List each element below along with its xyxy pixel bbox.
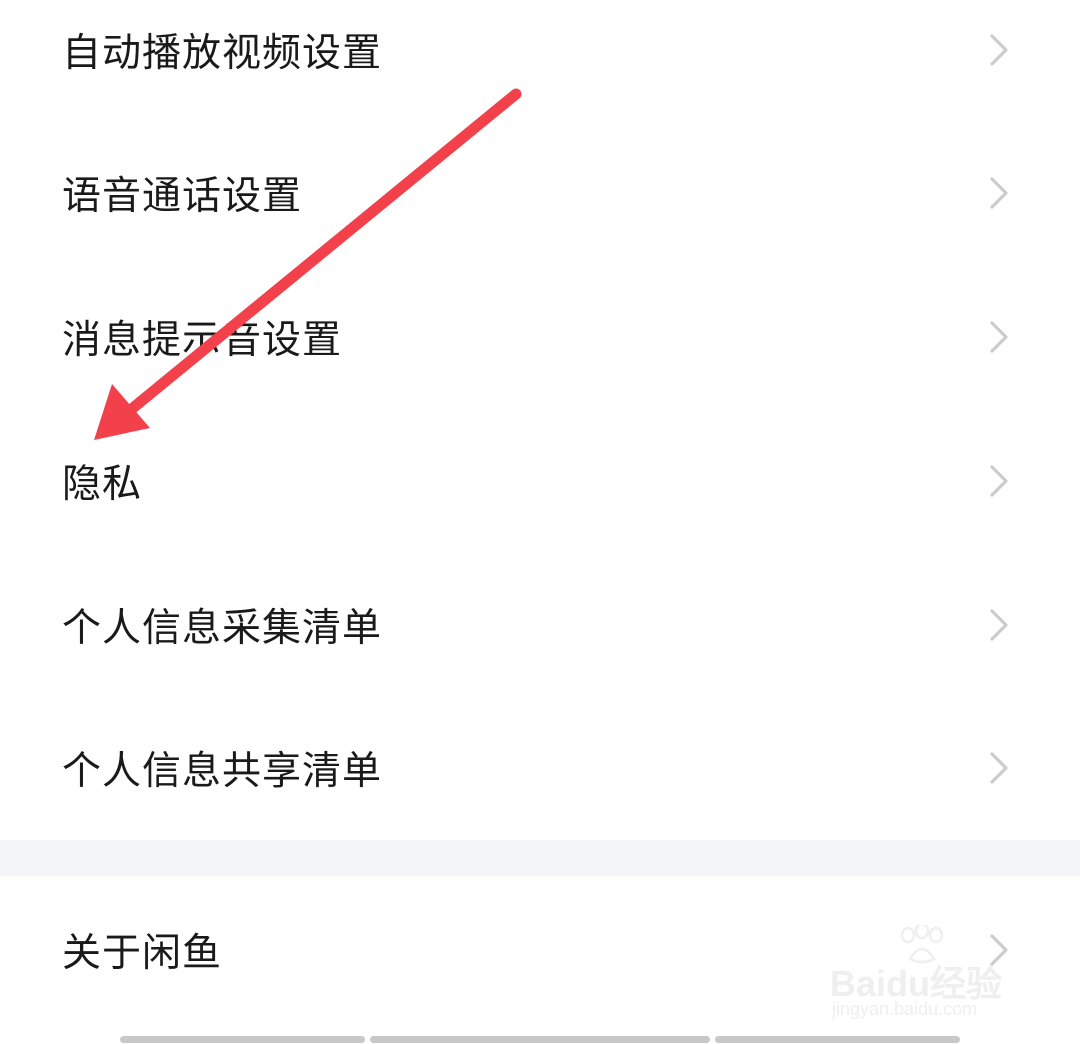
indicator-segment bbox=[370, 1036, 710, 1043]
row-label: 消息提示音设置 bbox=[62, 318, 343, 363]
chevron-right-icon bbox=[984, 748, 1014, 788]
chevron-right-icon bbox=[984, 30, 1014, 70]
chevron-right-icon bbox=[984, 317, 1014, 357]
chevron-right-icon bbox=[984, 461, 1014, 501]
section-separator bbox=[0, 840, 1080, 876]
settings-group-about: 关于闲鱼 bbox=[0, 876, 1080, 1044]
settings-row-privacy[interactable]: 隐私 bbox=[0, 409, 1080, 553]
row-label: 隐私 bbox=[62, 462, 143, 507]
indicator-segment bbox=[715, 1036, 960, 1043]
settings-row-autoplay-video[interactable]: 自动播放视频设置 bbox=[0, 0, 1080, 122]
settings-row-voice-call[interactable]: 语音通话设置 bbox=[0, 121, 1080, 265]
row-label: 关于闲鱼 bbox=[62, 931, 223, 976]
row-label: 语音通话设置 bbox=[62, 174, 303, 219]
settings-row-about[interactable]: 关于闲鱼 bbox=[0, 878, 1080, 1022]
settings-group-main: 自动播放视频设置 语音通话设置 消息提示音设置 隐私 个人信息采集清单 个人信息… bbox=[0, 0, 1080, 840]
chevron-right-icon bbox=[984, 605, 1014, 645]
row-label: 自动播放视频设置 bbox=[62, 31, 383, 76]
settings-row-message-sound[interactable]: 消息提示音设置 bbox=[0, 265, 1080, 409]
chevron-right-icon bbox=[984, 930, 1014, 970]
row-label: 个人信息采集清单 bbox=[62, 606, 383, 651]
bottom-indicator bbox=[0, 1034, 1080, 1044]
settings-row-info-sharing[interactable]: 个人信息共享清单 bbox=[0, 696, 1080, 840]
row-label: 个人信息共享清单 bbox=[62, 749, 383, 794]
indicator-segment bbox=[120, 1036, 365, 1043]
settings-page: 自动播放视频设置 语音通话设置 消息提示音设置 隐私 个人信息采集清单 个人信息… bbox=[0, 0, 1080, 1044]
settings-row-info-collection[interactable]: 个人信息采集清单 bbox=[0, 553, 1080, 697]
chevron-right-icon bbox=[984, 173, 1014, 213]
